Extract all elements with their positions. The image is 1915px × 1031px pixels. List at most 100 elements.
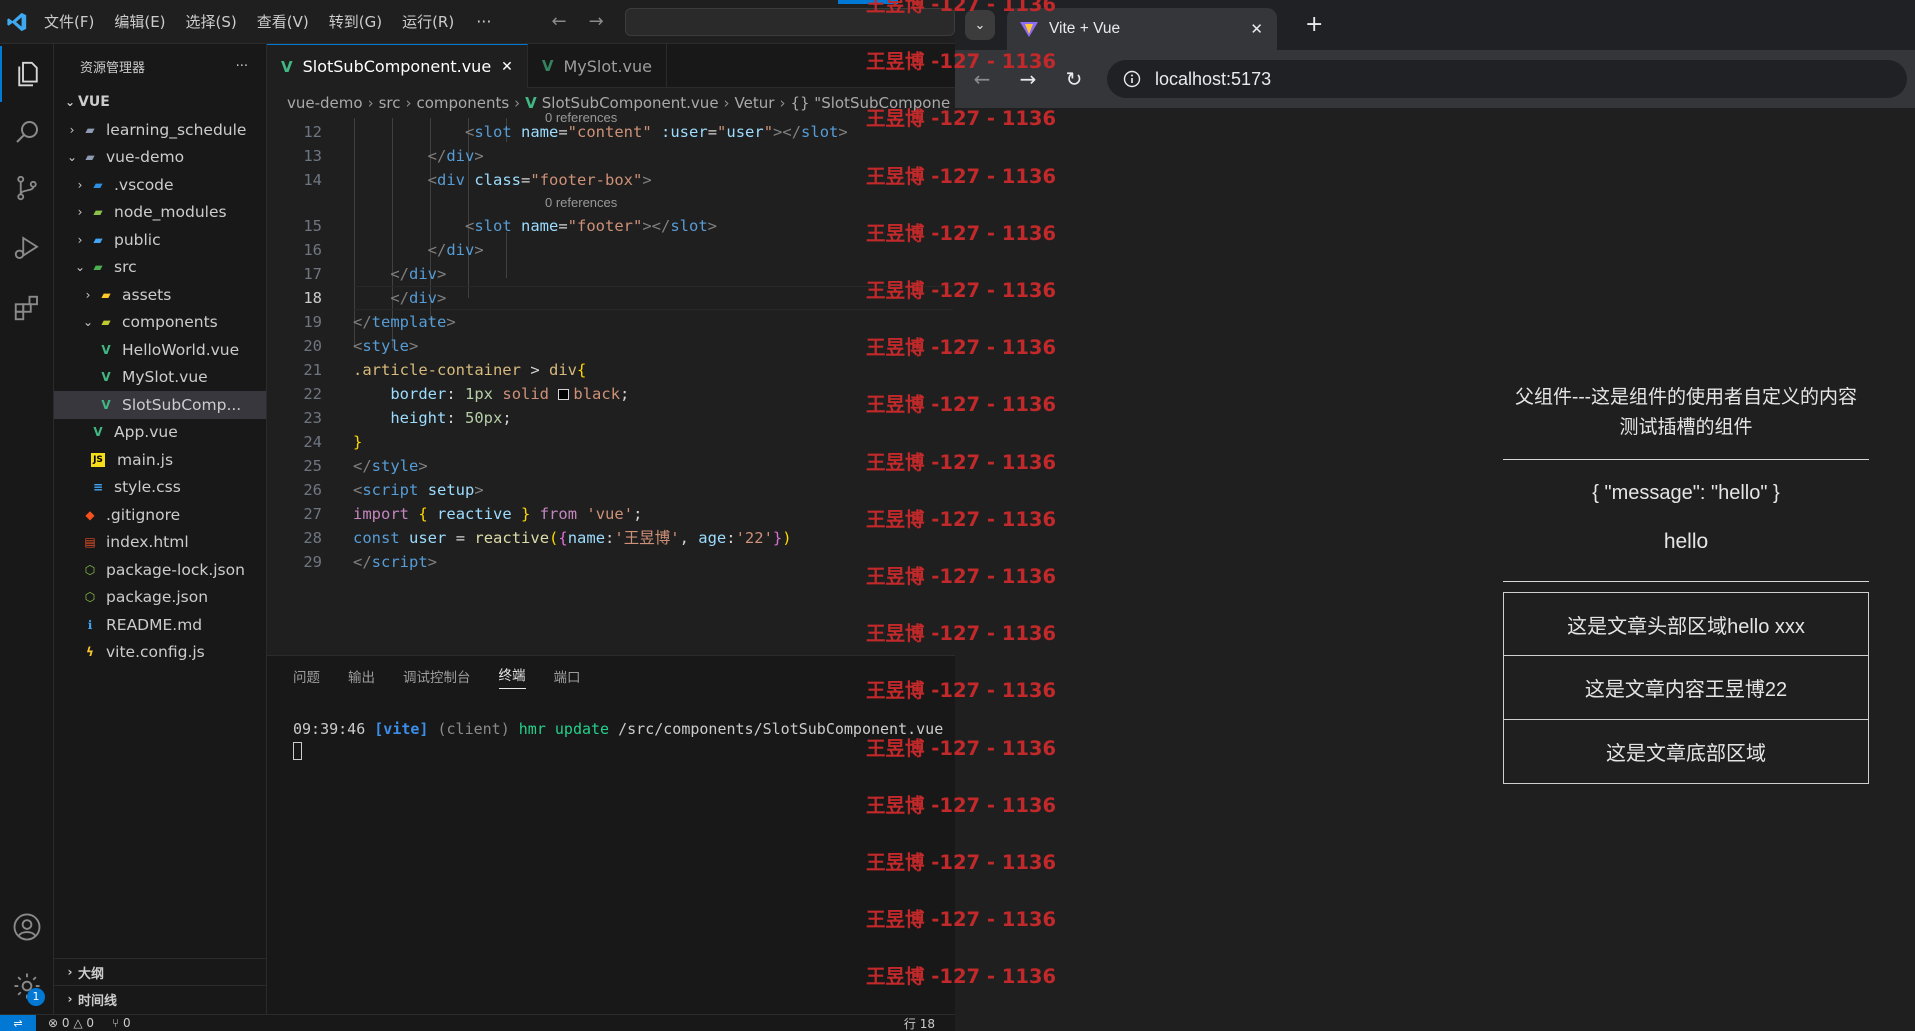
codelens-references[interactable]: 0 references <box>545 195 617 210</box>
menu-view[interactable]: 查看(V) <box>247 0 319 44</box>
account-icon[interactable] <box>0 899 54 955</box>
back-arrow-icon[interactable]: ← <box>551 11 566 32</box>
source-control-icon[interactable] <box>0 160 54 216</box>
watermark-text: 王昱博 -127 - 1136 <box>866 908 1057 932</box>
tab-myslot[interactable]: V MySlot.vue <box>528 44 667 88</box>
code-line: 16 </div> <box>267 238 955 262</box>
tree-item[interactable]: ℹ README.md <box>54 611 266 639</box>
line-number: 27 <box>303 505 322 523</box>
code-text: <script setup> <box>353 481 484 499</box>
explorer-title: 资源管理器 <box>80 60 146 76</box>
address-bar[interactable]: localhost:5173 <box>1107 60 1907 98</box>
tab-label: SlotSubComponent.vue <box>302 57 492 76</box>
chevron-right-icon: › <box>779 94 786 112</box>
close-icon[interactable]: ✕ <box>501 59 513 75</box>
menu-file[interactable]: 文件(F) <box>34 0 104 44</box>
url-text: localhost:5173 <box>1155 68 1272 89</box>
terminal[interactable]: 09:39:46 [vite] (client) hmr update /src… <box>267 696 955 764</box>
public-folder-icon: ▰ <box>93 232 103 247</box>
chevron-right-icon: › <box>77 177 83 192</box>
color-swatch[interactable] <box>558 389 570 400</box>
close-tab-icon[interactable]: ✕ <box>1250 20 1263 38</box>
status-ports[interactable]: ⑂ 0 <box>112 1016 131 1030</box>
tree-item[interactable]: ▤ index.html <box>54 529 266 557</box>
tree-item[interactable]: ϟ vite.config.js <box>54 639 266 667</box>
browser-tab-strip: ⌄ Vite + Vue ✕ + <box>955 0 1915 50</box>
tab-output[interactable]: 输出 <box>348 666 375 686</box>
menu-more-button[interactable]: ··· <box>464 12 503 31</box>
code-line: 26 <script setup> <box>267 478 955 502</box>
panel-tabs: 问题 输出 调试控制台 终端 端口 <box>267 656 955 696</box>
tree-item[interactable]: V HelloWorld.vue <box>54 336 266 364</box>
tab-terminal[interactable]: 终端 <box>498 664 526 689</box>
breadcrumb-item[interactable]: vue-demo <box>287 94 363 112</box>
line-number: 20 <box>303 337 322 355</box>
code-text: import { reactive } from 'vue'; <box>353 505 643 523</box>
tree-item-label: SlotSubComp... <box>122 395 242 414</box>
explorer-more-button[interactable]: ··· <box>236 59 248 74</box>
tab-problems[interactable]: 问题 <box>293 666 320 686</box>
code-line: 27 import { reactive } from 'vue'; <box>267 502 955 526</box>
tree-item-label: public <box>114 230 161 249</box>
tree-item[interactable]: V App.vue <box>54 419 266 447</box>
title-bar: 文件(F) 编辑(E) 选择(S) 查看(V) 转到(G) 运行(R) ··· … <box>0 0 955 44</box>
tree-item[interactable]: ⬡ package-lock.json <box>54 556 266 584</box>
tab-debug-console[interactable]: 调试控制台 <box>403 666 471 686</box>
vue-file-icon: V <box>101 397 111 412</box>
forward-arrow-icon[interactable]: → <box>589 11 604 32</box>
tab-slotsubcomponent[interactable]: V SlotSubComponent.vue ✕ <box>267 44 528 88</box>
status-bar: ⇌ ⊗ 0 △ 0 ⑂ 0 行 18 <box>0 1014 955 1031</box>
status-problems[interactable]: ⊗ 0 △ 0 <box>48 1016 94 1030</box>
tree-item[interactable]: › ▰ node_modules <box>54 199 266 227</box>
outline-section[interactable]: › 大纲 <box>54 958 267 985</box>
vue-app: 父组件---这是组件的使用者自定义的内容 测试插槽的组件 { "message"… <box>1503 383 1869 784</box>
tree-item[interactable]: ≡ style.css <box>54 474 266 502</box>
tree-item[interactable]: ⌄ ▰ components <box>54 309 266 337</box>
tree-item[interactable]: › ▰ learning_schedule <box>54 116 266 144</box>
tree-item[interactable]: ◆ .gitignore <box>54 501 266 529</box>
menu-selection[interactable]: 选择(S) <box>176 0 247 44</box>
breadcrumb-item[interactable]: src <box>379 94 401 112</box>
tree-item[interactable]: › ▰ assets <box>54 281 266 309</box>
code-text: </div> <box>427 147 484 165</box>
tree-item[interactable]: ⬡ package.json <box>54 584 266 612</box>
tree-item[interactable]: › ▰ public <box>54 226 266 254</box>
new-tab-button[interactable]: + <box>1305 12 1323 37</box>
line-number: 14 <box>303 171 322 189</box>
tree-item[interactable]: › ▰ .vscode <box>54 171 266 199</box>
tab-ports[interactable]: 端口 <box>554 666 581 686</box>
chevron-right-icon: › <box>67 965 73 979</box>
timeline-section[interactable]: › 时间线 <box>54 985 267 1012</box>
breadcrumb-item[interactable]: components <box>416 94 509 112</box>
line-number: 28 <box>303 529 322 547</box>
code-text: const user = reactive({name:'王昱博', age:'… <box>353 529 792 547</box>
tree-item[interactable]: V SlotSubComp... <box>54 391 266 419</box>
code-line: 25 </style> <box>267 454 955 478</box>
line-number: 23 <box>303 409 322 427</box>
site-info-icon[interactable] <box>1123 70 1141 88</box>
code-line: 23 height: 50px; <box>267 406 955 430</box>
remote-icon[interactable]: ⇌ <box>0 1014 36 1031</box>
tree-item[interactable]: ⌄ ▰ src <box>54 254 266 282</box>
settings-gear-icon[interactable]: 1 <box>0 958 54 1014</box>
breadcrumb-item[interactable]: Vetur <box>735 94 775 112</box>
explorer-icon[interactable] <box>0 46 54 102</box>
settings-badge: 1 <box>27 988 45 1006</box>
code-editor[interactable]: 0 references 12 <slot name="content" :us… <box>267 110 955 638</box>
menu-run[interactable]: 运行(R) <box>392 0 464 44</box>
menu-edit[interactable]: 编辑(E) <box>104 0 175 44</box>
tree-item[interactable]: V MySlot.vue <box>54 364 266 392</box>
vite-file-icon: ϟ <box>86 645 94 660</box>
chevron-right-icon: › <box>514 94 521 112</box>
menu-go[interactable]: 转到(G) <box>319 0 392 44</box>
extensions-icon[interactable] <box>0 280 54 336</box>
tree-item[interactable]: ⌄ ▰ vue-demo <box>54 144 266 172</box>
status-cursor-position[interactable]: 行 18 <box>904 1015 935 1031</box>
reload-icon[interactable]: ↻ <box>1051 67 1097 91</box>
workspace-root[interactable]: ⌄ VUE <box>54 88 266 116</box>
search-icon[interactable] <box>0 104 54 160</box>
tree-item[interactable]: JS main.js <box>54 446 266 474</box>
tree-item-label: README.md <box>106 615 203 634</box>
run-debug-icon[interactable] <box>0 220 54 276</box>
watermark-text: 王昱博 -127 - 1136 <box>866 450 1057 474</box>
